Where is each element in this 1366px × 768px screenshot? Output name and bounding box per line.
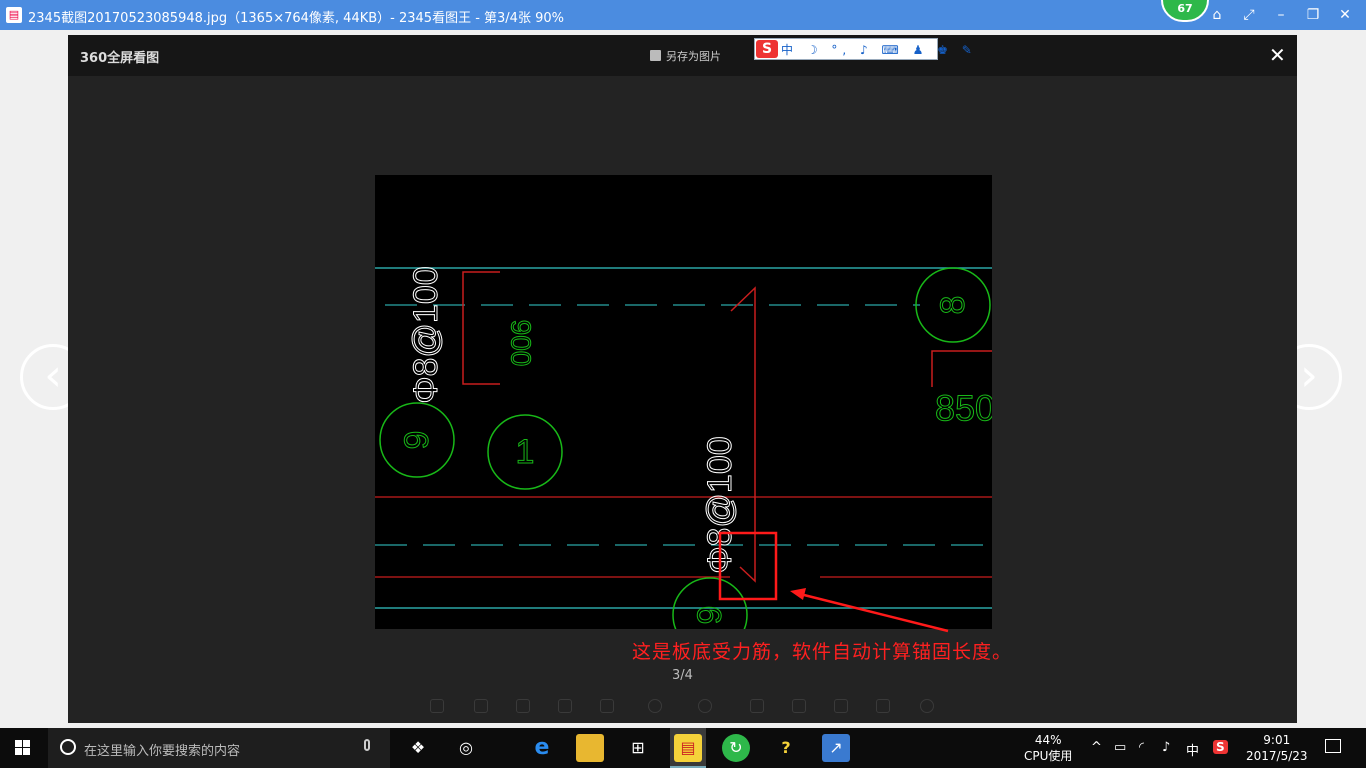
window-title: 2345截图20170523085948.jpg（1365×764像素, 44K…	[28, 11, 564, 26]
next-icon[interactable]	[698, 699, 712, 713]
browser-360-icon[interactable]: ◎	[452, 734, 480, 762]
fullscreen-icon[interactable]: ⤢	[1239, 5, 1259, 25]
window-titlebar: ▤ 2345截图20170523085948.jpg（1365×764像素, 4…	[0, 0, 1366, 30]
refresh-app-icon[interactable]: ↻	[722, 734, 750, 762]
arrow-head	[790, 588, 806, 600]
viewer-bottom-toolbar	[68, 687, 1297, 723]
delete-icon[interactable]	[834, 699, 848, 713]
zoom-out-icon[interactable]	[558, 699, 572, 713]
arrow-shaft	[795, 591, 949, 633]
cpu-label: CPU使用	[1024, 749, 1073, 763]
rotate-right-icon[interactable]	[792, 699, 806, 713]
clock[interactable]: 9:01 2017/5/23	[1246, 732, 1308, 764]
more-icon[interactable]	[920, 699, 934, 713]
chart-app-icon[interactable]: ↗	[822, 734, 850, 762]
sogou-tray-icon[interactable]: S	[1213, 740, 1228, 754]
store-icon[interactable]: ⊞	[624, 734, 652, 762]
file-explorer-icon[interactable]	[576, 734, 604, 762]
cortana-icon	[60, 739, 76, 755]
battery-icon[interactable]: ▭	[1114, 740, 1126, 755]
zoom-in-icon[interactable]	[516, 699, 530, 713]
annotation-overlay	[718, 531, 949, 633]
app-icon: ▤	[6, 7, 22, 23]
page-indicator: 3/4	[672, 668, 693, 683]
actual-size-icon[interactable]	[600, 699, 614, 713]
fullscreen-viewer: 360全屏看图 另存为图片 S 中 ☽ °, ♪ ⌨ ♟ ♚ ✎ ✕ 9 1 8…	[68, 35, 1297, 723]
prev-icon[interactable]	[648, 699, 662, 713]
wifi-icon[interactable]: ◜	[1139, 740, 1144, 755]
cpu-percent: 44%	[1034, 733, 1062, 747]
help-app-icon[interactable]: ?	[772, 734, 800, 762]
maximize-button[interactable]: ❐	[1303, 5, 1323, 25]
volume-icon[interactable]: ♪	[1162, 740, 1170, 755]
close-window-button[interactable]: ✕	[1335, 5, 1355, 25]
clock-time: 9:01	[1263, 733, 1291, 747]
search-placeholder: 在这里输入你要搜索的内容	[84, 744, 241, 759]
minimize-button[interactable]: –	[1271, 5, 1291, 25]
taskbar-search[interactable]: 在这里输入你要搜索的内容	[48, 728, 390, 768]
clock-date: 2017/5/23	[1246, 749, 1308, 763]
rotate-left-icon[interactable]	[750, 699, 764, 713]
fit-icon[interactable]	[430, 699, 444, 713]
notification-icon[interactable]	[1325, 739, 1341, 753]
cpu-meter[interactable]: 44% CPU使用	[1024, 732, 1072, 764]
chart-icon[interactable]	[474, 699, 488, 713]
taskbar: 在这里输入你要搜索的内容 ❖ ◎ e ⊞ ▤ ↻ ? ↗ 44% CPU使用 ^…	[0, 728, 1366, 768]
mic-icon[interactable]	[364, 739, 370, 751]
task-view-icon[interactable]: ❖	[404, 734, 432, 762]
show-hidden-icons[interactable]: ^	[1091, 740, 1102, 755]
edit-icon[interactable]	[876, 699, 890, 713]
windows-icon	[15, 740, 22, 747]
highlight-box	[718, 531, 778, 601]
ime-indicator[interactable]: 中	[1186, 740, 1199, 759]
image-viewer-icon[interactable]: ▤	[674, 734, 702, 762]
annotation-text: 这是板底受力筋，软件自动计算锚固长度。	[632, 641, 1013, 663]
skin-icon[interactable]: ⌂	[1207, 5, 1227, 25]
edge-icon[interactable]: e	[528, 734, 556, 762]
score-badge[interactable]: 67	[1161, 0, 1209, 22]
